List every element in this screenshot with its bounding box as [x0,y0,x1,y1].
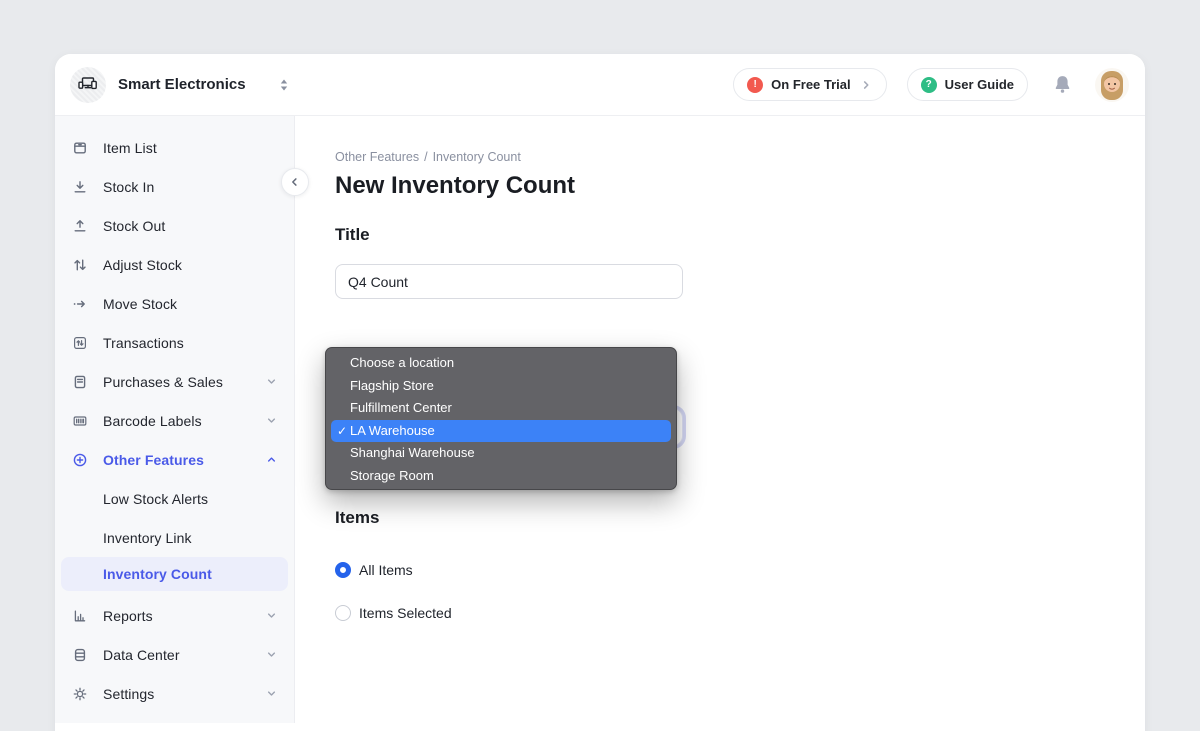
user-guide-label: User Guide [945,77,1014,92]
items-section-label: Items [335,508,1145,528]
stock-out-icon [72,218,88,234]
app-name: Smart Electronics [118,76,246,93]
chevron-left-icon [288,175,302,189]
sidebar-item-label: Inventory Link [103,530,192,546]
free-trial-label: On Free Trial [771,77,850,92]
sidebar-item-label: Barcode Labels [103,413,202,429]
chevron-down-icon [265,414,278,427]
sidebar-item-label: Stock In [103,179,154,195]
devices-icon [77,74,99,96]
sidebar-item-other-features[interactable]: Other Features [55,440,294,479]
barcode-icon [72,413,88,429]
sidebar: Item List Stock In Stock Out Adjust Stock Mo… [55,116,295,723]
breadcrumb: Other Features / Inventory Count [335,150,1145,165]
dropdown-option-la-warehouse[interactable]: ✓LA Warehouse [331,420,671,443]
chevron-down-icon [265,687,278,700]
sidebar-item-adjust-stock[interactable]: Adjust Stock [55,245,294,284]
breadcrumb-item-other-features[interactable]: Other Features [335,150,419,164]
app-window: Smart Electronics ! On Free Trial ? User… [55,54,1145,731]
sidebar-item-label: Other Features [103,452,204,468]
sidebar-item-label: Inventory Count [103,566,212,582]
document-icon [72,374,88,390]
dropdown-option-storage-room[interactable]: Storage Room [326,465,676,488]
dropdown-option-choose-a-location[interactable]: Choose a location [326,352,676,375]
question-icon: ? [921,77,937,93]
sidebar-item-inventory-link[interactable]: Inventory Link [55,518,294,557]
chevron-up-icon [265,453,278,466]
items-radio-group: All Items Items Selected [335,562,1145,621]
chevron-down-icon [265,648,278,661]
sidebar-item-label: Transactions [103,335,184,351]
breadcrumb-separator: / [424,150,427,164]
chevron-right-icon [859,78,873,92]
sidebar-item-label: Low Stock Alerts [103,491,208,507]
avatar[interactable] [1095,68,1129,102]
sidebar-item-label: Reports [103,608,153,624]
sidebar-item-label: Move Stock [103,296,177,312]
sidebar-item-label: Adjust Stock [103,257,182,273]
notifications-bell-icon[interactable] [1052,74,1073,95]
title-section-label: Title [335,225,1145,245]
chevron-down-icon [265,375,278,388]
sidebar-item-settings[interactable]: Settings [55,674,294,713]
org-switcher-icon[interactable] [278,78,290,92]
radio-selected-icon[interactable] [335,562,351,578]
sidebar-item-stock-in[interactable]: Stock In [55,167,294,206]
stock-in-icon [72,179,88,195]
chevron-down-icon [265,609,278,622]
radio-all-items[interactable]: All Items [335,562,1145,578]
radio-label: Items Selected [359,605,452,621]
page-title: New Inventory Count [335,172,1145,200]
radio-items-selected[interactable]: Items Selected [335,605,1145,621]
sidebar-item-low-stock-alerts[interactable]: Low Stock Alerts [55,479,294,518]
sidebar-item-inventory-count[interactable]: Inventory Count [61,557,288,591]
sidebar-item-barcode-labels[interactable]: Barcode Labels [55,401,294,440]
dropdown-option-shanghai-warehouse[interactable]: Shanghai Warehouse [326,442,676,465]
free-trial-button[interactable]: ! On Free Trial [733,68,886,101]
sidebar-item-item-list[interactable]: Item List [55,128,294,167]
top-header: Smart Electronics ! On Free Trial ? User… [55,54,1145,116]
check-icon: ✓ [337,420,347,443]
sidebar-item-purchases-sales[interactable]: Purchases & Sales [55,362,294,401]
sidebar-item-transactions[interactable]: Transactions [55,323,294,362]
sidebar-item-move-stock[interactable]: Move Stock [55,284,294,323]
chart-icon [72,608,88,624]
body-area: Item List Stock In Stock Out Adjust Stock Mo… [55,116,1145,731]
adjust-stock-icon [72,257,88,273]
database-icon [72,647,88,663]
breadcrumb-item-inventory-count: Inventory Count [433,150,521,164]
sidebar-item-reports[interactable]: Reports [55,596,294,635]
sidebar-item-stock-out[interactable]: Stock Out [55,206,294,245]
title-input[interactable] [335,264,683,299]
dropdown-option-label: Storage Room [350,468,434,483]
location-dropdown-menu: Choose a location Flagship Store Fulfillme… [325,347,677,490]
package-icon [72,140,88,156]
move-stock-icon [72,296,88,312]
transactions-icon [72,335,88,351]
plus-circle-icon [72,452,88,468]
dropdown-option-label: Flagship Store [350,378,434,393]
dropdown-option-label: Shanghai Warehouse [350,445,475,460]
dropdown-option-label: LA Warehouse [350,423,435,438]
sidebar-item-label: Data Center [103,647,180,663]
sidebar-item-label: Settings [103,686,154,702]
user-guide-button[interactable]: ? User Guide [907,68,1028,101]
company-logo [70,67,106,103]
sidebar-item-data-center[interactable]: Data Center [55,635,294,674]
dropdown-option-fulfillment-center[interactable]: Fulfillment Center [326,397,676,420]
dropdown-option-label: Choose a location [350,355,454,370]
sidebar-item-label: Item List [103,140,157,156]
gear-icon [72,686,88,702]
alert-icon: ! [747,77,763,93]
sidebar-item-label: Stock Out [103,218,165,234]
radio-label: All Items [359,562,413,578]
sidebar-item-label: Purchases & Sales [103,374,223,390]
sidebar-collapse-button[interactable] [281,168,309,196]
dropdown-option-label: Fulfillment Center [350,400,452,415]
radio-unselected-icon[interactable] [335,605,351,621]
dropdown-option-flagship-store[interactable]: Flagship Store [326,375,676,398]
